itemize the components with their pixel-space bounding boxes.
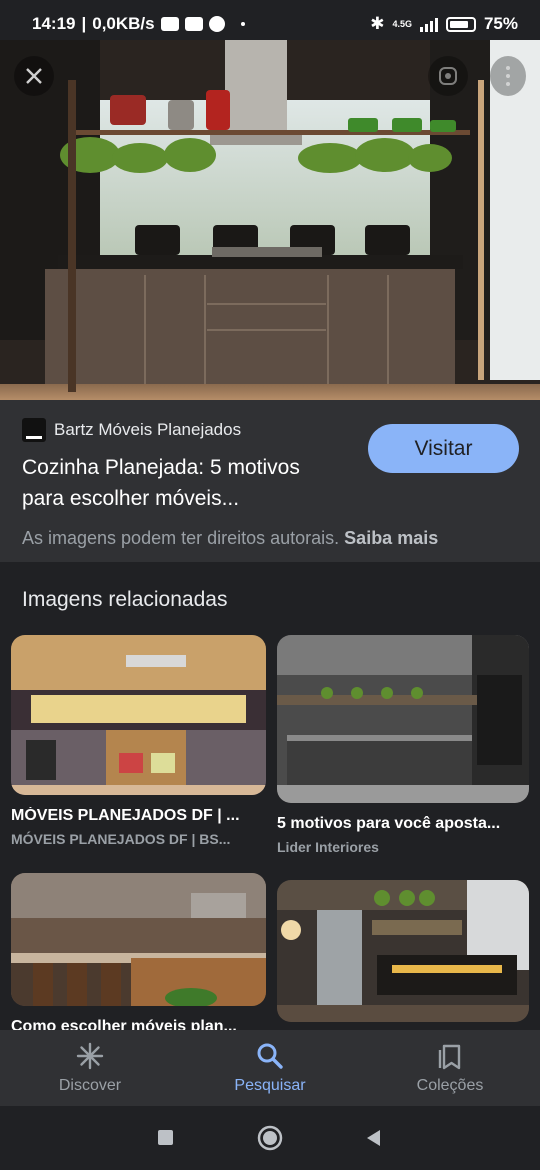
close-icon: [26, 68, 42, 84]
recents-button[interactable]: [156, 1128, 176, 1148]
hero-image[interactable]: [0, 40, 540, 400]
facebook-icon: [208, 16, 225, 32]
related-thumbnail: [11, 873, 266, 1006]
youtube-icon: [184, 17, 203, 31]
nav-collections-label: Coleções: [416, 1077, 484, 1094]
back-button[interactable]: [364, 1128, 384, 1148]
related-item[interactable]: 5 motivos para você aposta... Lider Inte…: [277, 635, 529, 855]
related-thumbnail: [11, 635, 266, 795]
related-heading: Imagens relacionadas: [22, 588, 228, 611]
related-caption: 5 motivos para você aposta...: [277, 815, 501, 832]
home-button[interactable]: [256, 1124, 284, 1152]
network-type: 4.5G: [392, 18, 412, 29]
signal-icon: [419, 16, 438, 32]
lens-icon: [439, 67, 457, 85]
copyright-notice: As imagens podem ter direitos autorais. …: [22, 528, 439, 548]
related-caption: Como escolher móveis plan...: [11, 1018, 237, 1030]
visit-button[interactable]: Visitar: [368, 424, 519, 473]
lens-button[interactable]: [428, 56, 468, 96]
related-source: Lider Interiores: [277, 839, 379, 855]
battery-level: 75%: [483, 14, 518, 33]
bottom-navigation: Discover Pesquisar Coleções: [0, 1030, 540, 1106]
more-options-button[interactable]: [490, 56, 526, 96]
system-navigation-bar: [0, 1106, 540, 1170]
nav-search[interactable]: Pesquisar: [180, 1030, 360, 1106]
related-item[interactable]: MÓVEIS PLANEJADOS DF | ... MÓVEIS PLANEJ…: [11, 635, 266, 847]
related-thumbnail: [277, 635, 529, 803]
collections-icon: [438, 1044, 461, 1070]
related-item[interactable]: Como escolher móveis plan...: [11, 873, 266, 1030]
close-button[interactable]: [14, 56, 54, 96]
status-net-speed: 0,0KB/s: [92, 14, 155, 33]
related-thumbnail: [277, 880, 529, 1022]
image-title[interactable]: Cozinha Planejada: 5 motivos para escolh…: [22, 452, 352, 514]
source-logo: [22, 418, 46, 442]
related-source: MÓVEIS PLANEJADOS DF | BS...: [11, 831, 231, 847]
status-time: 14:19: [32, 14, 76, 33]
nav-discover[interactable]: Discover: [0, 1030, 180, 1106]
nav-collections[interactable]: Coleções: [360, 1030, 540, 1106]
battery-icon: [445, 16, 476, 32]
source-name: Bartz Móveis Planejados: [54, 420, 242, 439]
more-vert-icon: [506, 66, 510, 70]
related-caption: MÓVEIS PLANEJADOS DF | ...: [11, 807, 240, 824]
nav-discover-label: Discover: [58, 1077, 122, 1094]
related-item[interactable]: [277, 880, 529, 1022]
nav-search-label: Pesquisar: [234, 1077, 306, 1094]
learn-more-link[interactable]: Saiba mais: [344, 528, 438, 548]
notification-dot-icon: [240, 22, 245, 26]
search-icon: [257, 1043, 283, 1069]
bluetooth-icon: ✱: [370, 14, 385, 33]
result-info-panel: Bartz Móveis Planejados Cozinha Planejad…: [0, 400, 540, 562]
message-icon: [160, 17, 179, 31]
asterisk-icon: [76, 1042, 104, 1070]
